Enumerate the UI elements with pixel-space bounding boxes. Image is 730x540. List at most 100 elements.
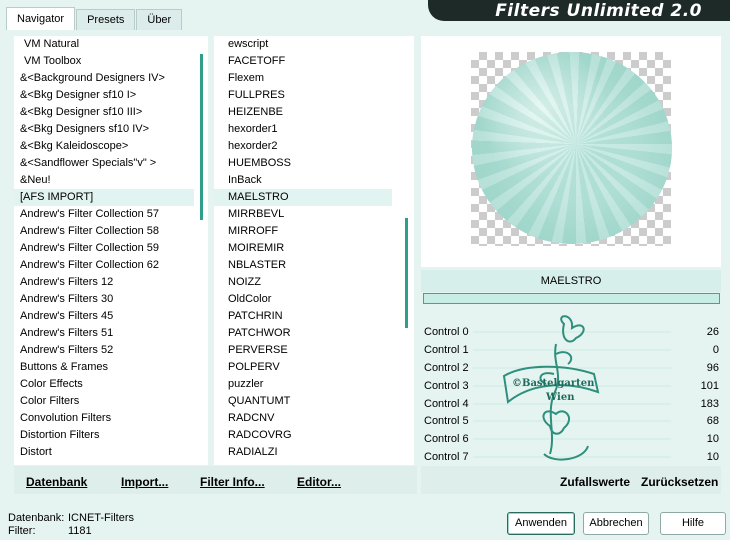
category-item[interactable]: &<Bkg Designer sf10 III> [14,104,208,121]
control-value: 26 [706,326,719,338]
status-filter-count: 1181 [68,525,92,537]
control-toolbar: Zufallswerte Zurücksetzen [421,466,721,494]
filter-item[interactable]: PATCHWOR [214,325,414,342]
category-item[interactable]: [AFS IMPORT] [14,189,194,206]
apply-button[interactable]: Anwenden [507,512,575,535]
category-scrollbar[interactable] [200,54,203,220]
filter-item[interactable]: FACETOFF [214,53,414,70]
editor-button[interactable]: Editor... [297,475,341,489]
control-value: 10 [706,451,719,464]
list-toolbar: Datenbank Import... Filter Info... Edito… [14,466,417,494]
tab-presets[interactable]: Presets [76,9,136,30]
filters-unlimited-window: Navigator Presets Über Filters Unlimited… [0,0,730,540]
category-item[interactable]: &<Bkg Kaleidoscope> [14,138,208,155]
filter-item[interactable]: hexorder2 [214,138,414,155]
filter-item[interactable]: Flexem [214,70,414,87]
control-value: 0 [712,343,719,356]
filter-item[interactable]: HUEMBOSS [214,155,414,172]
control-label: Control 3 [424,379,469,392]
category-item[interactable]: Andrew's Filters 52 [14,342,208,359]
category-item[interactable]: &<Sandflower Specials"v" > [14,155,208,172]
import-button[interactable]: Import... [121,475,168,489]
control-value: 101 [700,379,719,392]
category-item[interactable]: VM Toolbox [14,53,208,70]
status-area: Datenbank: ICNET-Filters Filter: 1181 [8,512,134,538]
svg-text:Wien: Wien [545,392,575,403]
status-filter-label: Filter: [8,525,36,537]
category-item[interactable]: &<Bkg Designers sf10 IV> [14,121,208,138]
filter-item[interactable]: QUANTUMT [214,393,414,410]
category-item[interactable]: Andrew's Filter Collection 62 [14,257,208,274]
category-item[interactable]: &<Bkg Designer sf10 I> [14,87,208,104]
filter-item[interactable]: RADIALZI [214,444,414,461]
bastelgarten-watermark: ©Bastelgarten Wien [502,315,600,461]
filter-item[interactable]: OldColor [214,291,414,308]
category-item[interactable]: Andrew's Filters 12 [14,274,208,291]
category-item[interactable]: &<Background Designers IV> [14,70,208,87]
control-label: Control 0 [424,326,469,338]
svg-text:©Bastelgarten: ©Bastelgarten [512,378,595,389]
control-label: Control 1 [424,343,469,356]
filter-item[interactable]: InBack [214,172,414,189]
filter-item[interactable]: MAELSTRO [214,189,392,206]
filter-list[interactable]: ewscript FACETOFF Flexem FULLPRES HEIZENBE he… [214,36,414,465]
reset-button[interactable]: Zurücksetzen [641,475,718,489]
filter-item[interactable]: hexorder1 [214,121,414,138]
filter-item[interactable]: MIRROFF [214,223,414,240]
category-item[interactable]: Andrew's Filter Collection 58 [14,223,208,240]
preview-swirl [472,52,672,244]
category-item[interactable]: Buttons & Frames [14,359,208,376]
filter-item[interactable]: RADCOVRG [214,427,414,444]
filter-item[interactable]: NOIZZ [214,274,414,291]
control-label: Control 2 [424,361,469,374]
filter-item[interactable]: POLPERV [214,359,414,376]
category-item[interactable]: Andrew's Filters 45 [14,308,208,325]
status-datenbank-label: Datenbank: [8,512,65,524]
filter-item[interactable]: RADCNV [214,410,414,427]
control-value: 10 [706,433,719,446]
control-value: 68 [706,415,719,428]
control-label: Control 7 [424,451,469,464]
category-item[interactable]: VM Natural [14,36,208,53]
category-list[interactable]: VM Natural VM Toolbox &<Background Designe… [14,36,208,465]
filter-item[interactable]: ewscript [214,36,414,53]
category-item[interactable]: Andrew's Filters 51 [14,325,208,342]
tab-ueber[interactable]: Über [136,9,183,30]
progress-bar [423,293,720,304]
control-label: Control 6 [424,433,469,446]
filter-item[interactable]: PERVERSE [214,342,414,359]
help-button[interactable]: Hilfe [660,512,726,535]
filter-item[interactable]: puzzler [214,376,414,393]
category-item[interactable]: Andrew's Filters 30 [14,291,208,308]
control-label: Control 5 [424,415,469,428]
control-label: Control 4 [424,397,469,410]
control-value: 96 [706,361,719,374]
preview-panel [421,36,721,267]
control-value: 183 [700,397,719,410]
category-item[interactable]: Distort [14,444,208,461]
category-item[interactable]: &Neu! [14,172,208,189]
random-values-button[interactable]: Zufallswerte [560,475,630,489]
filter-item[interactable]: MIRRBEVL [214,206,414,223]
filter-item[interactable]: MOIREMIR [214,240,414,257]
tab-navigator[interactable]: Navigator [6,7,76,30]
filter-item[interactable]: FULLPRES [214,87,414,104]
datenbank-button[interactable]: Datenbank [26,475,87,489]
status-datenbank-value: ICNET-Filters [68,512,134,524]
filter-scrollbar[interactable] [405,218,408,328]
current-filter-name: MAELSTRO [421,270,721,292]
filter-info-button[interactable]: Filter Info... [200,475,265,489]
category-item[interactable]: Color Effects [14,376,208,393]
tab-bar: Navigator Presets Über [6,7,183,31]
cancel-button[interactable]: Abbrechen [583,512,649,535]
title-banner: Filters Unlimited 2.0 [428,0,730,21]
filter-item[interactable]: HEIZENBE [214,104,414,121]
category-item[interactable]: Convolution Filters [14,410,208,427]
category-item[interactable]: Distortion Filters [14,427,208,444]
category-item[interactable]: Color Filters [14,393,208,410]
filter-item[interactable]: PATCHRIN [214,308,414,325]
category-item[interactable]: Andrew's Filter Collection 57 [14,206,208,223]
filter-item[interactable]: NBLASTER [214,257,414,274]
app-title: Filters Unlimited 2.0 [495,1,702,21]
category-item[interactable]: Andrew's Filter Collection 59 [14,240,208,257]
